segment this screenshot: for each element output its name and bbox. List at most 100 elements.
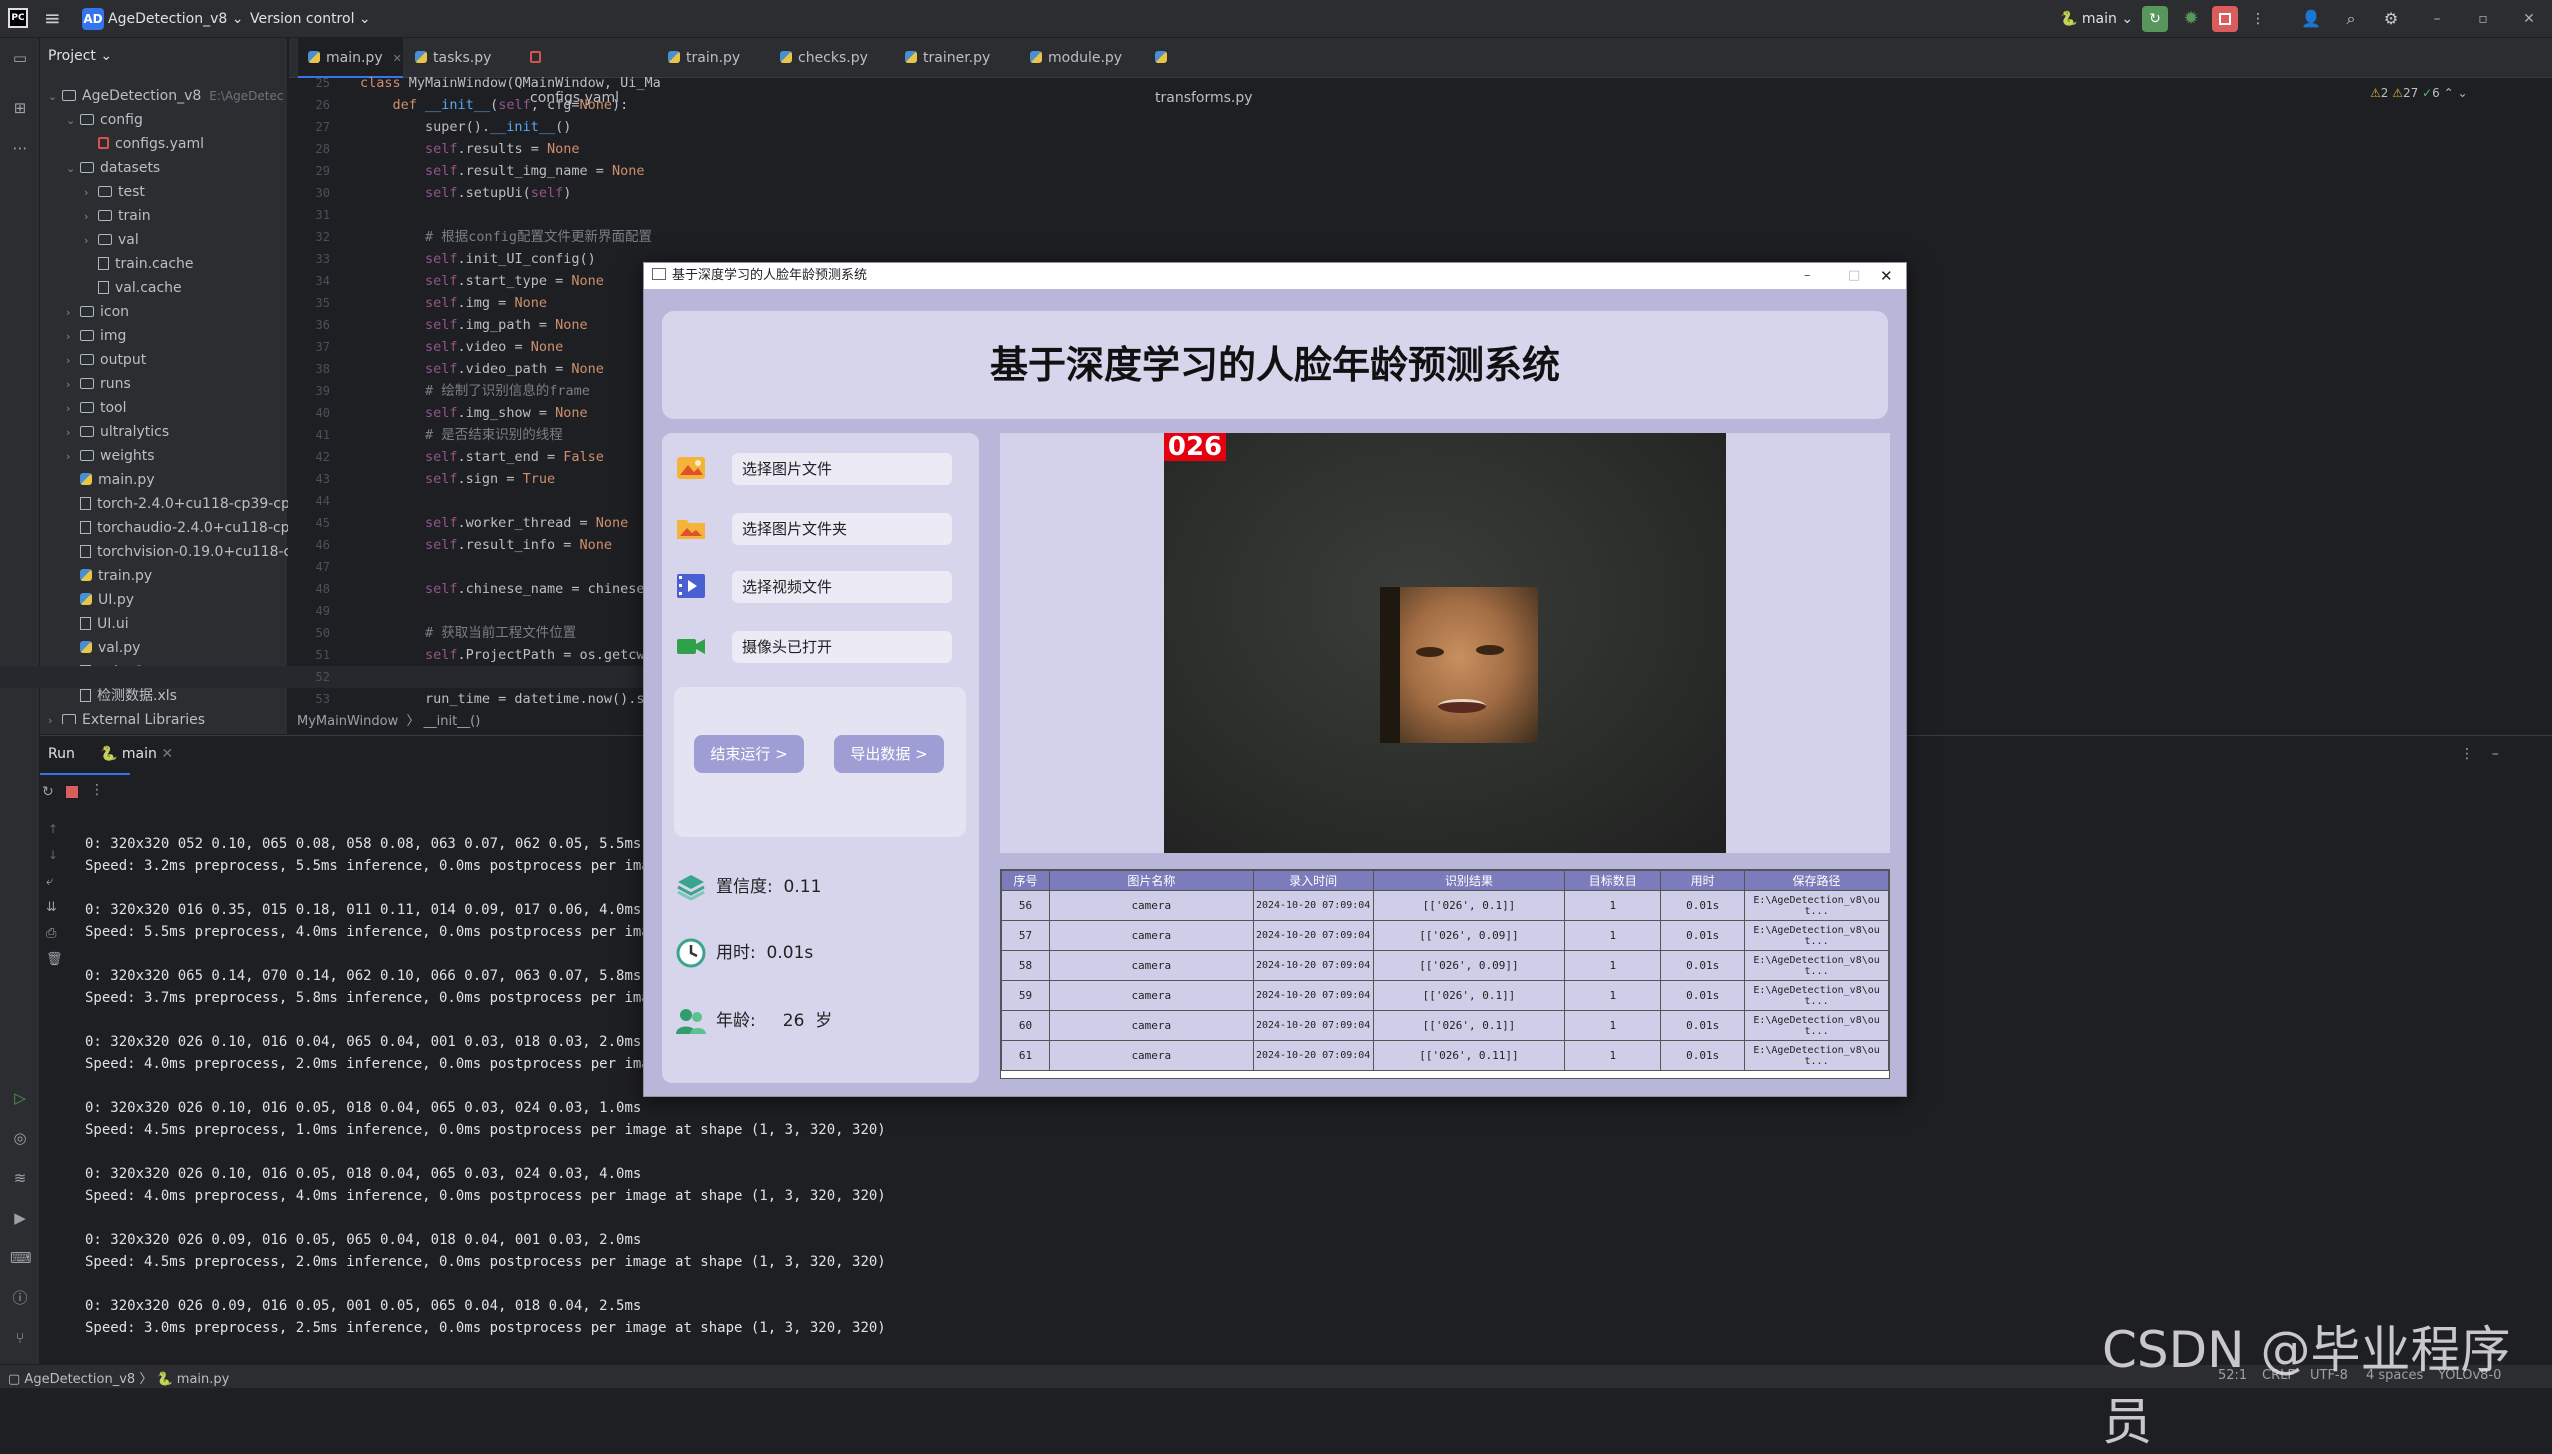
action-box: 结束运行 > 导出数据 >: [674, 687, 966, 837]
editor-tab[interactable]: transforms.py: [1145, 38, 1255, 106]
stop-small-icon[interactable]: [66, 786, 78, 798]
table-row[interactable]: 58 camera 2024-10-20 07:09:04 [['026', 0.09…: [1001, 950, 1889, 981]
project-badge-icon: AD: [82, 8, 104, 30]
app-window-icon: [652, 268, 666, 280]
editor-tab[interactable]: checks.py: [770, 38, 880, 78]
stop-run-button[interactable]: 结束运行 >: [694, 735, 804, 773]
app-close-icon[interactable]: ✕: [1880, 263, 1893, 289]
option-select-folder[interactable]: 选择图片文件夹: [676, 507, 966, 551]
more-actions-icon[interactable]: ⋮: [2248, 6, 2268, 32]
table-cell: camera: [1048, 980, 1254, 1011]
line-number: 43: [315, 472, 330, 486]
minimize-icon[interactable]: –: [2424, 6, 2450, 32]
table-cell: 1: [1564, 890, 1662, 921]
app-header: 基于深度学习的人脸年龄预测系统: [662, 311, 1888, 419]
python-file-icon: [415, 51, 427, 63]
run-config-tab[interactable]: 🐍 main ✕: [100, 746, 173, 762]
time-stat: 用时: 0.01s: [676, 933, 966, 973]
table-cell: 57: [1001, 920, 1050, 951]
preview-area: 026: [1000, 433, 1890, 853]
select-folder-button[interactable]: 选择图片文件夹: [732, 513, 952, 545]
table-row[interactable]: 57 camera 2024-10-20 07:09:04 [['026', 0.09…: [1001, 920, 1889, 951]
table-header-cell: 录入时间: [1252, 870, 1374, 891]
table-cell: 58: [1001, 950, 1050, 981]
editor-tab-label: trainer.py: [923, 50, 991, 66]
console-line: Speed: 4.5ms preprocess, 2.0ms inference…: [85, 1254, 886, 1270]
status-path[interactable]: ▢ AgeDetection_v8 〉 🐍 main.py: [8, 1368, 229, 1387]
code-text: self.img = None: [425, 295, 547, 311]
run-panel-options-icon[interactable]: ⋮ –: [2460, 746, 2499, 762]
table-header-cell: 序号: [1001, 870, 1050, 891]
editor-tab[interactable]: trainer.py: [895, 38, 1005, 78]
restore-icon[interactable]: ▫: [2470, 6, 2496, 32]
code-text: self.start_type = None: [425, 273, 604, 289]
line-number: 28: [315, 142, 330, 156]
debug-icon[interactable]: ✹: [2178, 6, 2204, 32]
run-tab[interactable]: Run: [48, 746, 75, 762]
app-minimize-icon[interactable]: –: [1804, 263, 1811, 289]
select-image-button[interactable]: 选择图片文件: [732, 453, 952, 485]
console-line: 0: 320x320 026 0.09, 016 0.05, 065 0.04,…: [85, 1232, 642, 1248]
version-control-menu[interactable]: Version control ⌄: [250, 8, 371, 30]
close-window-icon[interactable]: ✕: [2516, 6, 2542, 32]
inspection-widget[interactable]: ⚠2 ⚠27 ✓6 ⌃ ⌄: [2370, 86, 2468, 100]
line-number: 41: [315, 428, 330, 442]
pycharm-logo-icon: PC: [8, 8, 28, 28]
editor-tab-label: checks.py: [798, 50, 868, 66]
table-cell: [['026', 0.09]]: [1372, 920, 1566, 951]
table-cell: 60: [1001, 1010, 1050, 1041]
run-more-icon[interactable]: ⋮: [90, 782, 104, 798]
table-cell: camera: [1048, 890, 1254, 921]
line-number: 26: [315, 98, 330, 112]
table-row[interactable]: 56 camera 2024-10-20 07:09:04 [['026', 0.1]…: [1001, 890, 1889, 921]
table-header-row: 序号 图片名称 录入时间 识别结果 目标数目 用时 保存路径: [1001, 870, 1889, 891]
table-cell: E:\AgeDetection_v8\out...: [1744, 890, 1889, 921]
breadcrumb[interactable]: MyMainWindow 〉 __init__(): [289, 710, 669, 734]
account-icon[interactable]: 👤: [2298, 6, 2324, 32]
editor-tab[interactable]: module.py: [1020, 38, 1130, 78]
camera-icon: [677, 639, 705, 654]
app-maximize-icon[interactable]: □: [1848, 263, 1860, 289]
option-camera[interactable]: 摄像头已打开: [676, 625, 966, 669]
table-row[interactable]: 60 camera 2024-10-20 07:09:04 [['026', 0.1]…: [1001, 1010, 1889, 1041]
console-line: 0: 320x320 026 0.10, 016 0.05, 018 0.04,…: [85, 1100, 642, 1116]
code-text: self.ProjectPath = os.getcw: [425, 647, 645, 663]
run-config-selector[interactable]: 🐍 main ⌄: [2060, 8, 2133, 30]
camera-button[interactable]: 摄像头已打开: [732, 631, 952, 663]
code-text: self.result_img_name = None: [425, 163, 645, 179]
table-row[interactable]: 59 camera 2024-10-20 07:09:04 [['026', 0.1]…: [1001, 980, 1889, 1011]
code-text: self.video = None: [425, 339, 564, 355]
console-line: 0: 320x320 065 0.14, 070 0.14, 062 0.10,…: [85, 968, 642, 984]
select-video-button[interactable]: 选择视频文件: [732, 571, 952, 603]
option-select-image[interactable]: 选择图片文件: [676, 447, 966, 491]
project-switcher[interactable]: AgeDetection_v8 ⌄: [108, 8, 243, 30]
table-row[interactable]: 61 camera 2024-10-20 07:09:04 [['026', 0.11…: [1001, 1040, 1889, 1071]
line-number: 33: [315, 252, 330, 266]
search-icon[interactable]: ⌕: [2338, 6, 2364, 32]
table-cell: 1: [1564, 1010, 1662, 1041]
table-cell: 1: [1564, 980, 1662, 1011]
settings-gear-icon[interactable]: ⚙: [2378, 6, 2404, 32]
table-cell: camera: [1048, 1040, 1254, 1071]
code-text: self.chinese_name = chinese: [425, 581, 645, 597]
project-panel-title[interactable]: Project ⌄: [48, 48, 112, 64]
table-cell: 1: [1564, 1040, 1662, 1071]
table-cell: 61: [1001, 1040, 1050, 1071]
option-select-video[interactable]: 选择视频文件: [676, 565, 966, 609]
close-tab-icon[interactable]: ✕: [393, 52, 402, 65]
line-number: 46: [315, 538, 330, 552]
code-text: self.img_show = None: [425, 405, 588, 421]
code-text: self.setupUi(self): [425, 185, 572, 201]
main-menu-icon[interactable]: ≡: [44, 6, 66, 30]
python-file-icon: [780, 51, 792, 63]
stop-icon[interactable]: [2212, 6, 2238, 32]
console-line: Speed: 3.0ms preprocess, 2.5ms inference…: [85, 1320, 886, 1336]
project-tool-icon[interactable]: ▭: [10, 48, 30, 68]
rerun-small-icon[interactable]: ↻: [42, 784, 54, 800]
editor-tab[interactable]: train.py: [658, 38, 768, 78]
console-line: Speed: 4.5ms preprocess, 1.0ms inference…: [85, 1122, 886, 1138]
results-table[interactable]: 序号 图片名称 录入时间 识别结果 目标数目 用时 保存路径 56 camera 2024-10…: [1000, 869, 1890, 1079]
rerun-icon[interactable]: ↻: [2142, 6, 2168, 32]
line-number: 34: [315, 274, 330, 288]
export-data-button[interactable]: 导出数据 >: [834, 735, 944, 773]
